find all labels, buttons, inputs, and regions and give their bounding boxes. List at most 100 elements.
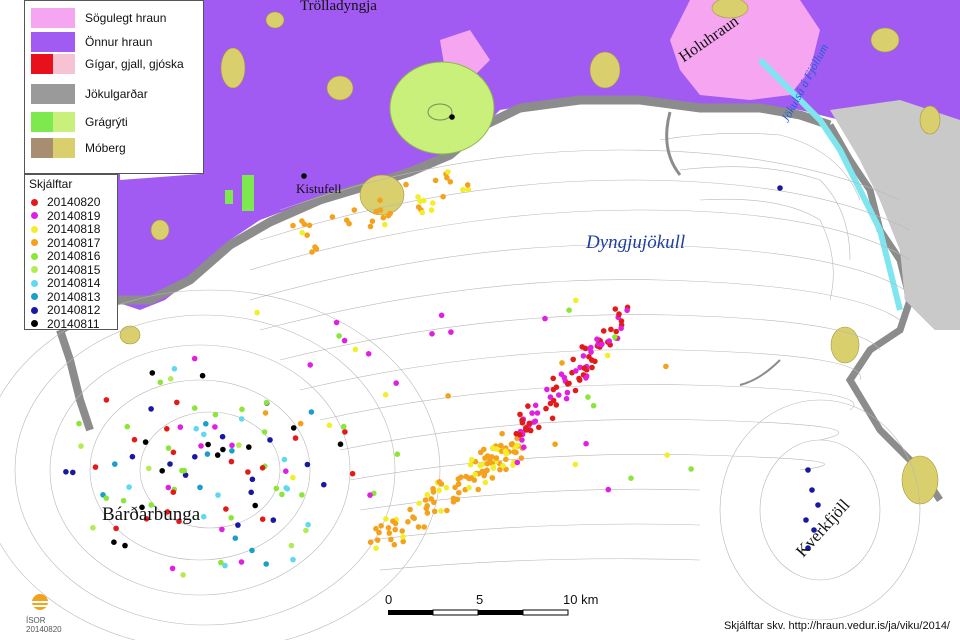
quake-legend-label: 20140812 — [47, 303, 101, 317]
earthquake-point — [308, 409, 315, 415]
earthquake-point — [385, 212, 392, 219]
geology-legend-label: Sögulegt hraun — [85, 11, 167, 25]
earthquake-point — [481, 446, 487, 453]
earthquake-point — [191, 405, 198, 411]
earthquake-point — [299, 492, 305, 498]
quake-legend-label: 20140815 — [47, 262, 101, 277]
earthquake-point — [342, 429, 348, 435]
geology-legend-row: Gígar, gjall, gjóska — [31, 53, 184, 75]
earthquake-point — [205, 441, 211, 448]
earthquake-point — [146, 465, 152, 472]
geology-legend-label: Önnur hraun — [85, 35, 153, 49]
earthquake-point — [498, 442, 504, 449]
earthquake-point — [559, 360, 565, 366]
earthquake-point — [239, 406, 245, 413]
data-source-credit: Skjálftar skv. http://hraun.vedur.is/ja/… — [723, 620, 950, 632]
quake-legend-row: 20140816 — [31, 249, 100, 263]
earthquake-point — [438, 508, 444, 514]
scale-bar — [388, 609, 569, 616]
earthquake-point — [279, 491, 285, 498]
earthquake-point — [374, 537, 381, 543]
earthquake-point — [456, 489, 462, 496]
earthquake-point — [482, 455, 488, 461]
earthquake-point — [449, 114, 455, 120]
quake-legend-label: 20140813 — [47, 289, 101, 304]
earthquake-point — [570, 356, 576, 363]
earthquake-point — [329, 214, 336, 220]
earthquake-point — [299, 229, 306, 236]
earthquake-point — [430, 200, 436, 206]
earthquake-point — [493, 455, 500, 461]
earthquake-point — [477, 462, 483, 469]
earthquake-point — [263, 561, 270, 567]
quake-legend-row: 20140820 — [31, 195, 100, 209]
earthquake-point — [592, 358, 598, 365]
earthquake-point — [301, 173, 307, 179]
earthquake-point — [431, 499, 437, 506]
earthquake-point — [490, 464, 497, 470]
earthquake-point — [129, 453, 136, 460]
earthquake-point — [604, 352, 611, 359]
earthquake-point — [605, 486, 612, 493]
earthquake-point — [618, 325, 624, 332]
earthquake-point — [249, 547, 255, 554]
earthquake-point — [290, 222, 296, 229]
earthquake-point — [170, 449, 177, 456]
earthquake-point — [526, 420, 533, 427]
quake-legend-dot — [31, 266, 38, 273]
earthquake-point — [215, 492, 221, 498]
earthquake-point — [424, 503, 431, 509]
earthquake-point — [238, 559, 245, 565]
earthquake-point — [469, 456, 475, 463]
earthquake-point — [663, 363, 669, 370]
earthquake-point — [174, 399, 180, 406]
quake-legend-row: 20140813 — [31, 290, 100, 304]
earthquake-point — [235, 522, 241, 528]
earthquake-point — [367, 223, 374, 230]
earthquake-point — [341, 423, 347, 430]
earthquake-point — [566, 380, 572, 387]
earthquake-point — [513, 430, 520, 437]
earthquake-point — [259, 465, 266, 471]
earthquake-point — [148, 406, 154, 412]
earthquake-point — [367, 539, 374, 545]
earthquake-point — [519, 437, 525, 443]
scale-tick-10: 10 km — [563, 592, 599, 607]
earthquake-point — [167, 461, 173, 467]
earthquake-point — [214, 452, 221, 458]
quake-legend-row: 20140819 — [31, 209, 100, 223]
geology-legend-label: Gígar, gjall, gjóska — [85, 57, 184, 71]
earthquake-point — [351, 207, 358, 213]
earthquake-point — [419, 209, 426, 216]
quake-legend-row: 20140811 — [31, 317, 100, 331]
earthquake-point — [443, 484, 450, 491]
earthquake-point — [479, 468, 486, 475]
earthquake-point — [503, 456, 509, 463]
geology-legend: Sögulegt hraun Önnur hraun Gígar, gjall, g… — [24, 0, 204, 174]
earthquake-point — [612, 334, 618, 340]
earthquake-point — [191, 355, 198, 362]
earthquake-point — [550, 386, 557, 393]
geology-legend-label: Móberg — [85, 141, 126, 155]
earthquake-point — [508, 441, 515, 448]
earthquake-point — [120, 497, 127, 504]
earthquake-point — [288, 542, 295, 549]
earthquake-point — [149, 370, 156, 376]
earthquake-point — [321, 481, 327, 488]
earthquake-point — [220, 446, 226, 453]
earthquake-point — [376, 529, 382, 536]
earthquake-point — [405, 519, 411, 525]
earthquake-point — [252, 502, 258, 509]
earthquake-point — [382, 221, 388, 228]
legend-swatch — [31, 112, 75, 132]
quake-legend-label: 20140818 — [47, 222, 101, 236]
earthquake-point — [373, 545, 379, 551]
earthquake-point — [198, 443, 204, 449]
earthquake-point — [306, 222, 313, 229]
earthquake-point — [450, 499, 457, 505]
earthquake-point — [304, 232, 311, 238]
earthquake-point — [448, 329, 454, 335]
earthquake-point — [524, 427, 530, 433]
label-dyngjujokull: Dyngjujökull — [586, 232, 686, 253]
earthquake-point — [307, 362, 314, 368]
